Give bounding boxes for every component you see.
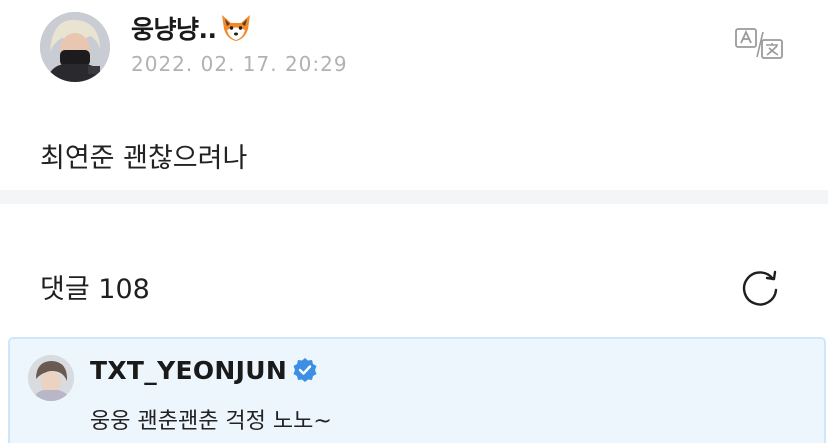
refresh-icon <box>740 270 782 312</box>
translate-button[interactable] <box>733 26 785 62</box>
author-name-text: 웅냥냥.. <box>131 15 217 44</box>
verified-badge-icon <box>292 357 318 389</box>
fox-face-icon <box>219 13 253 49</box>
comment-author-text: TXT_YEONJUN <box>90 356 288 385</box>
author-avatar[interactable] <box>40 12 110 82</box>
comment-author-avatar[interactable] <box>28 355 74 401</box>
refresh-button[interactable] <box>740 266 782 308</box>
comment-text: 웅웅 괜춘괜춘 걱정 노노~ <box>90 409 332 434</box>
section-divider <box>0 190 828 204</box>
comments-header: 댓글 108 <box>0 204 828 332</box>
translate-icon <box>733 28 785 66</box>
post-header: 웅냥냥.. 2022. 02. 17. 20:29 <box>0 0 828 100</box>
author-name[interactable]: 웅냥냥.. <box>131 10 253 49</box>
comment-count: 댓글 108 <box>40 274 150 305</box>
comment-author-name[interactable]: TXT_YEONJUN <box>90 356 318 389</box>
highlighted-comment[interactable]: TXT_YEONJUN 웅웅 괜춘괜춘 걱정 노노~ <box>8 337 826 443</box>
post-body-text: 최연준 괜찮으려나 <box>40 143 248 174</box>
post-date: 2022. 02. 17. 20:29 <box>131 52 348 76</box>
